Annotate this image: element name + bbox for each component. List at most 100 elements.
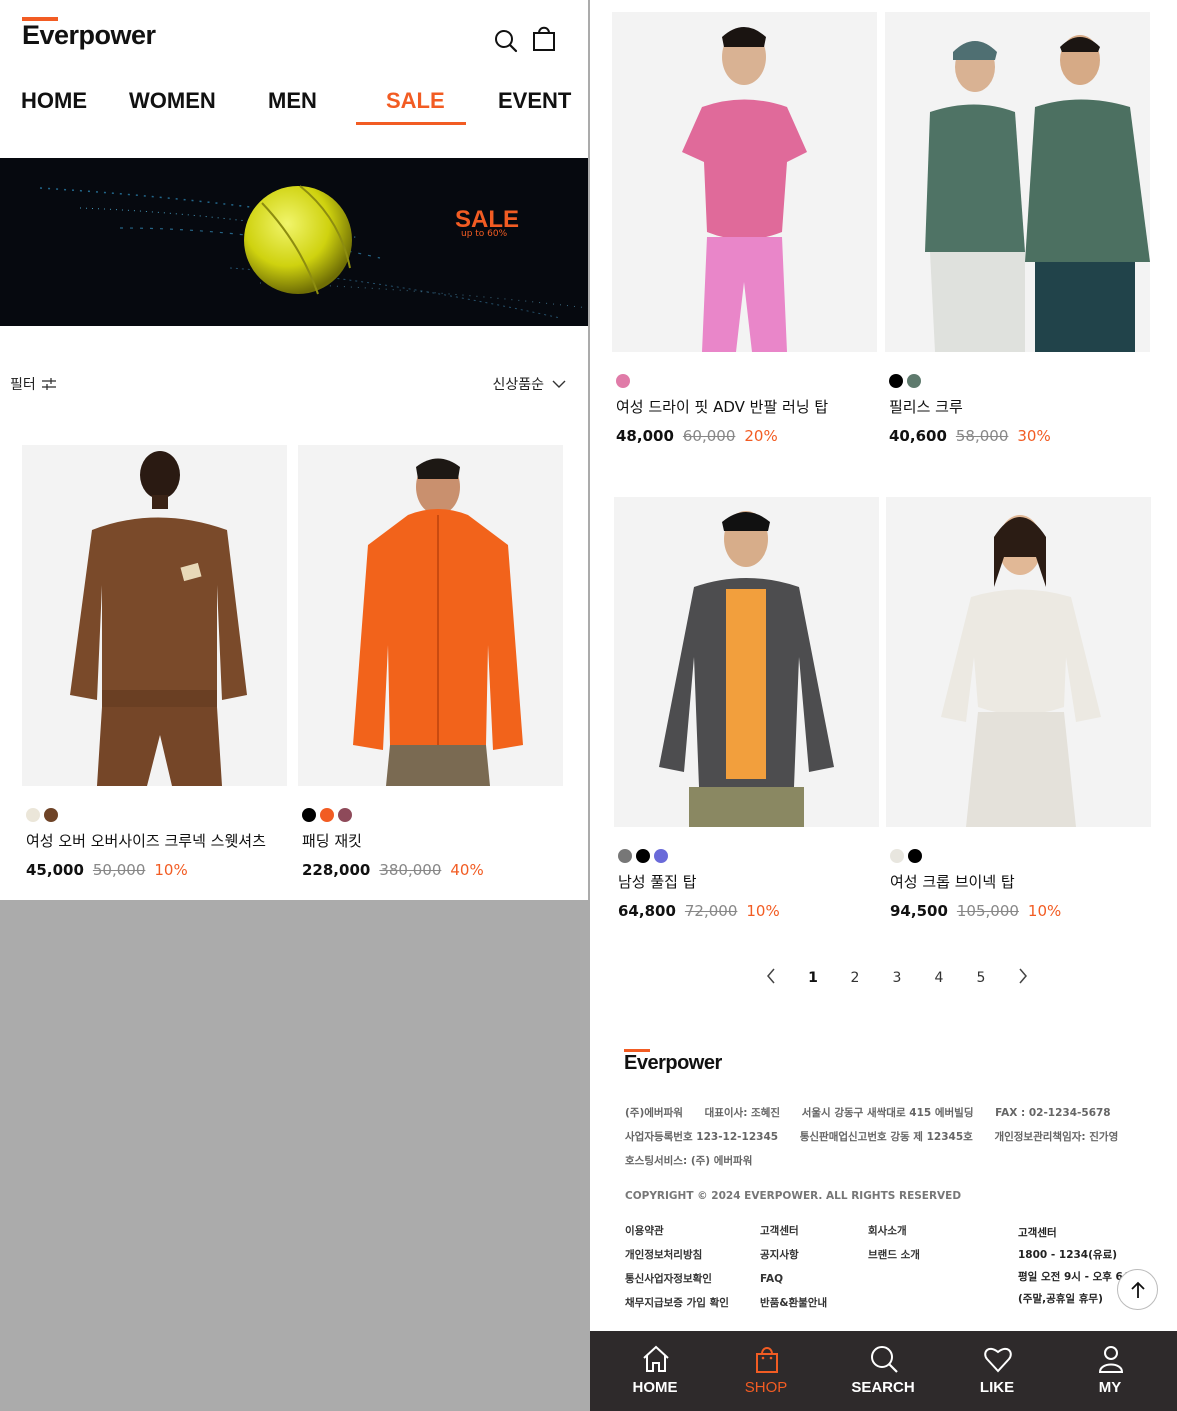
footer-link[interactable]: 반품&환불안내 xyxy=(760,1291,827,1315)
nav-home[interactable]: HOME xyxy=(21,88,87,114)
page-4[interactable]: 4 xyxy=(918,970,960,986)
product-name[interactable]: 남성 풀집 탑 xyxy=(618,871,879,892)
original-price: 72,000 xyxy=(684,902,738,920)
page-5[interactable]: 5 xyxy=(960,970,1002,986)
user-icon xyxy=(1098,1346,1124,1373)
nav-men[interactable]: MEN xyxy=(268,88,317,114)
footer-link[interactable]: 통신사업자정보확인 xyxy=(625,1267,729,1291)
page-1[interactable]: 1 xyxy=(792,970,834,986)
cs-closed: (주말,공휴일 휴무) xyxy=(1018,1293,1103,1305)
color-swatch[interactable] xyxy=(636,849,650,863)
footer-link[interactable]: 브랜드 소개 xyxy=(868,1243,920,1267)
footer-links-col1: 이용약관 개인정보처리방침 통신사업자정보확인 채무지급보증 가입 확인 xyxy=(625,1219,729,1315)
original-price: 380,000 xyxy=(379,861,442,879)
product-name[interactable]: 여성 오버 오버사이즈 크루넥 스웻셔츠 xyxy=(26,830,287,851)
chevron-down-icon xyxy=(552,380,566,388)
logo-text: Everpower xyxy=(22,20,156,50)
color-swatch[interactable] xyxy=(338,808,352,822)
product-card[interactable]: 남성 풀집 탑 64,800 72,000 10% xyxy=(614,497,879,920)
search-icon[interactable] xyxy=(492,27,520,55)
product-name[interactable]: 여성 크롭 브이넥 탑 xyxy=(890,871,1151,892)
company-name: (주)에버파워 xyxy=(625,1107,683,1119)
color-swatch[interactable] xyxy=(889,374,903,388)
tab-home[interactable]: HOME xyxy=(605,1331,705,1411)
product-card[interactable]: 패딩 재킷 228,000 380,000 40% xyxy=(298,445,563,879)
color-swatch[interactable] xyxy=(26,808,40,822)
footer-link[interactable]: FAQ xyxy=(760,1267,827,1291)
color-swatch[interactable] xyxy=(654,849,668,863)
filter-label: 필터 xyxy=(10,377,36,393)
tab-shop[interactable]: SHOP xyxy=(716,1331,816,1411)
price-row: 48,000 60,000 20% xyxy=(616,427,877,445)
color-swatch[interactable] xyxy=(908,849,922,863)
color-swatches xyxy=(616,374,877,388)
tab-label: HOME xyxy=(632,1379,678,1396)
product-card[interactable]: 여성 오버 오버사이즈 크루넥 스웻셔츠 45,000 50,000 10% xyxy=(22,445,287,879)
tennis-ball-image xyxy=(39,185,588,319)
product-image[interactable] xyxy=(612,12,877,352)
sale-banner[interactable]: SALE up to 60% xyxy=(0,158,588,326)
footer-logo[interactable]: Everpower xyxy=(624,1049,722,1075)
color-swatch[interactable] xyxy=(302,808,316,822)
footer-link[interactable]: 개인정보처리방침 xyxy=(625,1243,729,1267)
sale-price: 228,000 xyxy=(302,861,371,879)
color-swatches xyxy=(302,808,563,822)
cart-bag-icon[interactable] xyxy=(530,24,558,52)
footer-logo-text: Everpower xyxy=(624,1052,722,1074)
product-image[interactable] xyxy=(614,497,879,827)
price-row: 40,600 58,000 30% xyxy=(889,427,1150,445)
discount-rate: 40% xyxy=(450,861,484,879)
nav-sale[interactable]: SALE xyxy=(386,88,445,114)
tab-search[interactable]: SEARCH xyxy=(833,1331,933,1411)
sale-price: 94,500 xyxy=(890,902,948,920)
company-info-line1: (주)에버파워 대표이사: 조혜진 서울시 강동구 새싹대로 415 에버빌딩 … xyxy=(625,1105,1129,1120)
color-swatch[interactable] xyxy=(320,808,334,822)
sort-dropdown[interactable]: 신상품순 xyxy=(492,374,566,394)
tab-my[interactable]: MY xyxy=(1060,1331,1160,1411)
product-image[interactable] xyxy=(886,497,1151,827)
product-card[interactable]: 필리스 크루 40,600 58,000 30% xyxy=(885,12,1150,445)
discount-rate: 30% xyxy=(1017,427,1051,445)
footer-link[interactable]: 이용약관 xyxy=(625,1219,729,1243)
footer-link[interactable]: 회사소개 xyxy=(868,1219,920,1243)
cs-hours: 평일 오전 9시 - 오후 6시 xyxy=(1018,1271,1133,1283)
original-price: 58,000 xyxy=(955,427,1009,445)
product-name[interactable]: 패딩 재킷 xyxy=(302,830,563,851)
tab-like[interactable]: LIKE xyxy=(947,1331,1047,1411)
page-2[interactable]: 2 xyxy=(834,970,876,986)
footer-links-col3: 회사소개 브랜드 소개 xyxy=(868,1219,920,1267)
product-name[interactable]: 여성 드라이 핏 ADV 반팔 러닝 탑 xyxy=(616,396,877,417)
logo-accent-bar xyxy=(624,1049,650,1052)
product-card[interactable]: 여성 크롭 브이넥 탑 94,500 105,000 10% xyxy=(886,497,1151,920)
filter-button[interactable]: 필터 xyxy=(10,374,56,394)
product-photo-vneck-top xyxy=(941,515,1101,827)
color-swatch[interactable] xyxy=(616,374,630,388)
product-image[interactable] xyxy=(22,445,287,786)
product-image[interactable] xyxy=(885,12,1150,352)
color-swatch[interactable] xyxy=(907,374,921,388)
main-nav: HOME WOMEN MEN SALE EVENT xyxy=(0,88,588,128)
tab-label: LIKE xyxy=(979,1379,1015,1396)
footer-link[interactable]: 채무지급보증 가입 확인 xyxy=(625,1291,729,1315)
scroll-to-top-button[interactable] xyxy=(1117,1269,1158,1310)
next-page-button[interactable] xyxy=(1002,968,1044,988)
nav-women[interactable]: WOMEN xyxy=(129,88,216,114)
sale-price: 40,600 xyxy=(889,427,947,445)
customer-service-info: 고객센터 1800 - 1234(유료) 평일 오전 9시 - 오후 6시 (주… xyxy=(1018,1222,1133,1310)
copyright: COPYRIGHT © 2024 EVERPOWER. ALL RIGHTS R… xyxy=(625,1190,962,1202)
company-info-line2: 사업자등록번호 123-12-12345 통신판매업신고번호 강동 제 1234… xyxy=(625,1129,1136,1144)
color-swatches xyxy=(26,808,287,822)
page-3[interactable]: 3 xyxy=(876,970,918,986)
color-swatch[interactable] xyxy=(618,849,632,863)
product-name[interactable]: 필리스 크루 xyxy=(889,396,1150,417)
heart-icon xyxy=(984,1347,1012,1373)
brand-logo[interactable]: Everpower xyxy=(22,17,156,51)
color-swatch[interactable] xyxy=(890,849,904,863)
footer-link[interactable]: 공지사항 xyxy=(760,1243,827,1267)
product-image[interactable] xyxy=(298,445,563,786)
color-swatch[interactable] xyxy=(44,808,58,822)
prev-page-button[interactable] xyxy=(750,968,792,988)
footer-link[interactable]: 고객센터 xyxy=(760,1219,827,1243)
nav-event[interactable]: EVENT xyxy=(498,88,571,114)
product-card[interactable]: 여성 드라이 핏 ADV 반팔 러닝 탑 48,000 60,000 20% xyxy=(612,12,877,445)
